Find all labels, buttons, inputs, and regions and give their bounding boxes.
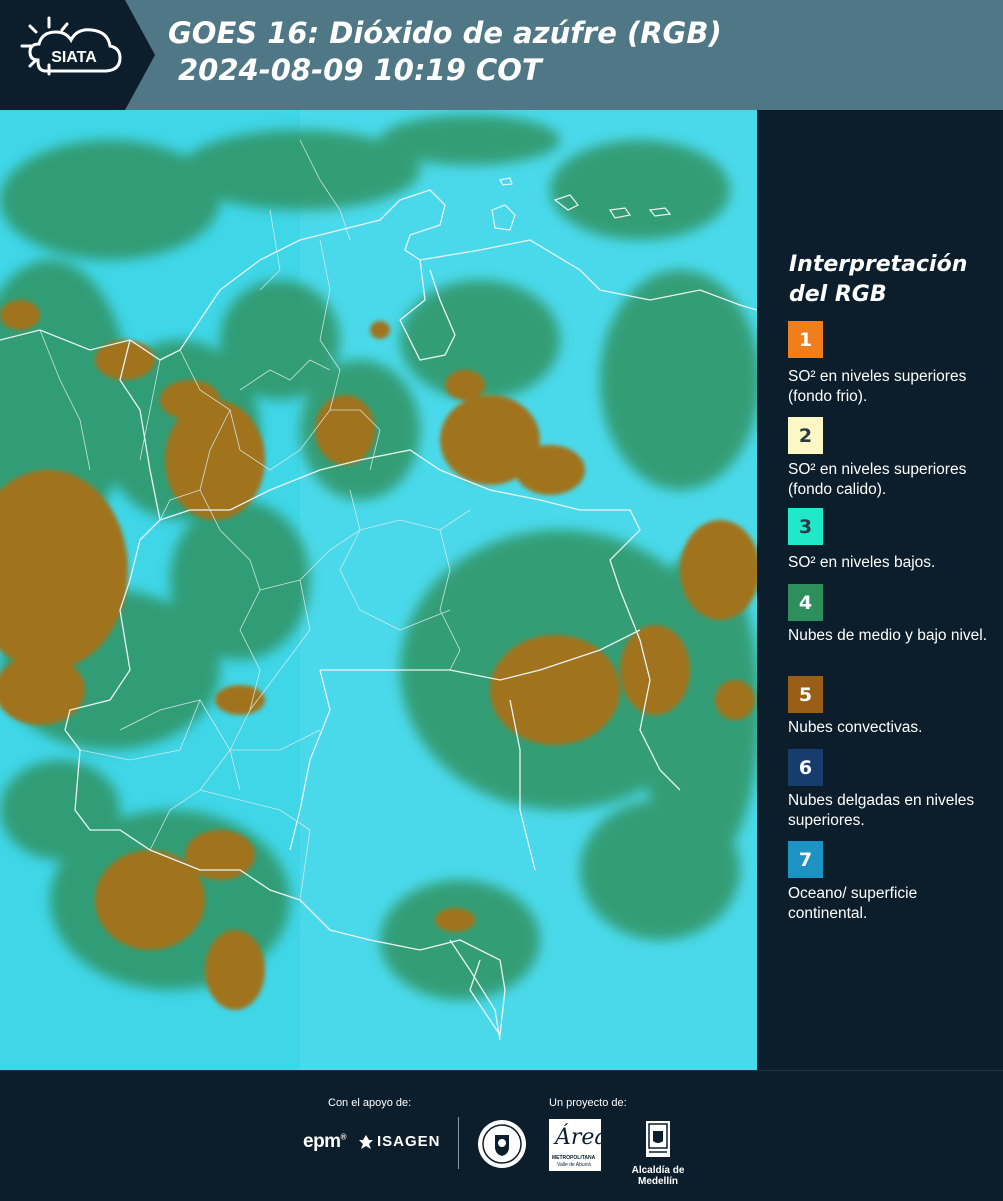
siata-logo-text: SIATA xyxy=(51,49,97,66)
medellin-coat-of-arms-icon xyxy=(646,1121,670,1157)
legend-number: 5 xyxy=(798,683,813,706)
legend-label-3: SO² en niveles bajos. xyxy=(788,554,936,571)
legend-number: 7 xyxy=(798,848,813,871)
legend-swatch-3: 3 xyxy=(788,508,823,545)
alcaldia-text: Alcaldía de Medellín xyxy=(631,1165,685,1187)
header-bar: SIATA GOES 16: Dióxido de azúfre (RGB) 2… xyxy=(0,0,1003,110)
legend-number: 2 xyxy=(798,424,813,447)
legend-panel: Interpretación del RGB 1 SO² en niveles … xyxy=(757,110,1003,1070)
legend-swatch-2: 2 xyxy=(788,417,823,454)
area-logo-word: Área xyxy=(555,1125,608,1150)
legend-number: 1 xyxy=(798,328,813,351)
area-logo-sub2: Valle de Aburrá xyxy=(557,1162,591,1168)
legend-swatch-4: 4 xyxy=(788,584,823,621)
epm-registered-mark: ® xyxy=(340,1132,347,1142)
medellin-seal-icon xyxy=(478,1120,526,1168)
legend-swatch-1: 1 xyxy=(788,321,823,358)
project-label: Un proyecto de: xyxy=(549,1097,627,1109)
legend-title: Interpretación del RGB xyxy=(789,252,968,307)
legend-label-5: Nubes convectivas. xyxy=(788,719,923,736)
legend-swatch-6: 6 xyxy=(788,749,823,786)
alcaldia-medellin-logo: Alcaldía de Medellín xyxy=(612,1119,704,1187)
legend-swatch-5: 5 xyxy=(788,676,823,713)
legend-number: 3 xyxy=(798,515,813,538)
legend-swatch-7: 7 xyxy=(788,841,823,878)
epm-logo: epm® xyxy=(303,1131,347,1153)
siata-logo-panel: SIATA xyxy=(0,0,155,110)
area-logo-sub1: METROPOLITANA xyxy=(552,1155,596,1161)
footer-divider xyxy=(458,1117,459,1169)
legend-label-2: SO² en niveles superiores (fondo calido)… xyxy=(788,461,967,498)
legend-number: 4 xyxy=(798,591,813,614)
legend-label-1: SO² en niveles superiores (fondo frio). xyxy=(788,368,967,405)
page-title: GOES 16: Dióxido de azúfre (RGB) xyxy=(168,16,722,50)
epm-logo-text: epm xyxy=(303,1131,341,1152)
page-timestamp: 2024-08-09 10:19 COT xyxy=(178,53,542,87)
isagen-logo: ISAGEN xyxy=(358,1133,441,1150)
support-label: Con el apoyo de: xyxy=(328,1097,412,1109)
footer-bar: Con el apoyo de: Un proyecto de: epm® IS… xyxy=(0,1070,1003,1201)
legend-label-4: Nubes de medio y bajo nivel. xyxy=(788,627,988,644)
isagen-logo-text: ISAGEN xyxy=(377,1133,441,1150)
isagen-icon xyxy=(359,1134,373,1149)
legend-number: 6 xyxy=(798,756,813,779)
legend-label-6: Nubes delgadas en niveles superiores. xyxy=(788,792,975,829)
satellite-map xyxy=(0,110,757,1070)
legend-label-7: Oceano/ superficie continental. xyxy=(788,885,918,922)
area-metropolitana-logo: Área METROPOLITANA Valle de Aburrá xyxy=(549,1119,608,1171)
